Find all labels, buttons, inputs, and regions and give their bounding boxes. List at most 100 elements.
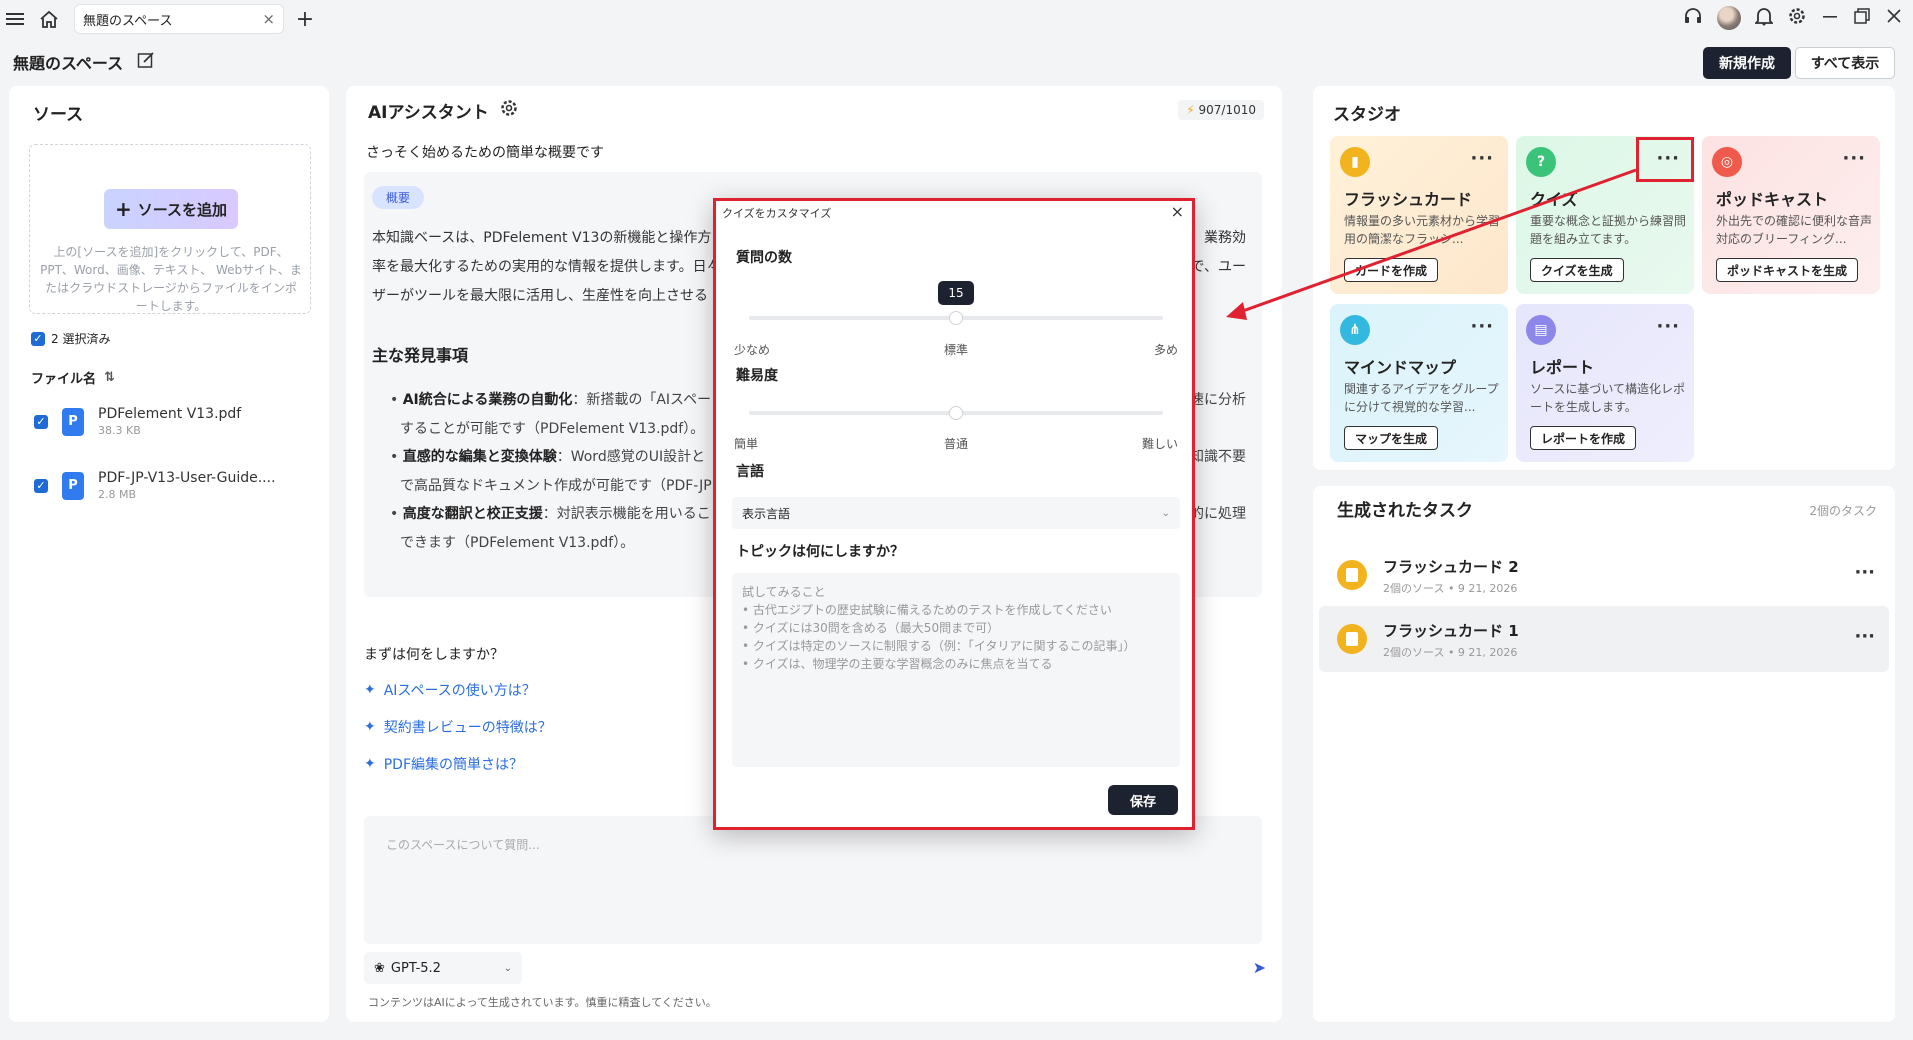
more-icon[interactable]: ··· <box>1854 562 1875 583</box>
headset-icon[interactable] <box>1683 6 1703 30</box>
mindmap-icon: ⋔ <box>1340 315 1370 345</box>
tab-space[interactable]: 無題のスペース × <box>74 4 284 34</box>
model-selector[interactable]: ❀ GPT-5.2 ⌄ <box>364 952 522 984</box>
home-icon[interactable] <box>36 6 62 32</box>
quiz-icon: ? <box>1526 147 1556 177</box>
task-row[interactable]: フラッシュカード 1 2個のソース • 9 21, 2026 ··· <box>1319 606 1889 672</box>
finding-text: ：新搭載の「AIスペー <box>572 392 712 408</box>
difficulty-label: 難易度 <box>736 368 778 384</box>
report-icon: ▤ <box>1526 315 1556 345</box>
more-icon[interactable]: ··· <box>1656 316 1680 337</box>
restore-icon[interactable] <box>1853 7 1871 29</box>
task-title: フラッシュカード 2 <box>1383 558 1519 576</box>
suggestion-link[interactable]: ✦ AIスペースの使い方は？ <box>364 680 536 700</box>
slider-tooltip: 15 <box>938 281 974 305</box>
new-tab-icon[interactable]: + <box>292 6 318 32</box>
flashcard-icon: ▮ <box>1340 147 1370 177</box>
language-select[interactable]: 表示言語 ⌄ <box>732 497 1180 529</box>
difficulty-slider[interactable] <box>749 406 1163 420</box>
add-source-button[interactable]: + ソースを追加 <box>104 189 238 229</box>
file-name: PDF-JP-V13-User-Guide.... <box>98 470 276 486</box>
finding-title: 直感的な編集と変換体験 <box>402 449 557 465</box>
page-title: 無題のスペース <box>13 54 124 73</box>
more-icon[interactable]: ··· <box>1854 626 1875 647</box>
generate-podcast-button[interactable]: ポッドキャストを生成 <box>1716 258 1859 282</box>
create-report-button[interactable]: レポートを作成 <box>1530 426 1637 450</box>
sources-panel: ソース + ソースを追加 上の[ソースを追加]をクリックして、PDF、PPT、W… <box>9 86 329 1022</box>
suggestion-text: AIスペースの使い方は？ <box>383 683 536 699</box>
more-icon[interactable]: ··· <box>1842 148 1866 169</box>
studio-card-report[interactable]: ▤ ··· レポート ソースに基づいて構造化レポートを生成します。 レポートを作… <box>1516 304 1694 462</box>
studio-card-mindmap[interactable]: ⋔ ··· マインドマップ 関連するアイデアをグループに分けて視覚的な学習...… <box>1330 304 1508 462</box>
pdf-file-icon: P <box>62 471 84 500</box>
card-desc: 関連するアイデアをグループに分けて視覚的な学習... <box>1344 382 1499 414</box>
suggestion-link[interactable]: ✦ PDF編集の簡単さは？ <box>364 754 523 774</box>
sources-title: ソース <box>33 105 84 125</box>
language-value: 表示言語 <box>742 506 791 521</box>
file-size: 38.3 KB <box>98 424 141 437</box>
dropzone[interactable]: + ソースを追加 上の[ソースを追加]をクリックして、PDF、PPT、Word、… <box>29 144 311 314</box>
close-window-icon[interactable] <box>1885 7 1903 29</box>
assistant-title: AIアシスタント <box>368 103 489 123</box>
checkbox-icon[interactable]: ✓ <box>34 414 48 429</box>
slider-handle[interactable] <box>949 406 963 420</box>
summary-badge: 概要 <box>372 186 425 209</box>
intro-text: さっそく始めるための簡単な概要です <box>366 145 604 161</box>
chat-input[interactable]: このスペースについて質問... <box>364 816 1262 944</box>
assistant-title-row: AIアシスタント <box>368 98 519 123</box>
file-row[interactable]: ✓ P PDFelement V13.pdf 38.3 KB <box>34 406 241 437</box>
topic-textarea[interactable]: 試してみること • 古代エジプトの歴史試験に備えるためのテストを作成してください… <box>732 573 1180 767</box>
chat-placeholder: このスペースについて質問... <box>386 838 540 852</box>
edit-icon[interactable] <box>137 51 155 73</box>
studio-card-podcast[interactable]: ◎ ··· ポッドキャスト 外出先での確認に便利な音声対応のブリーフィング...… <box>1702 136 1880 294</box>
checkbox-icon[interactable]: ✓ <box>31 331 45 346</box>
question-count-slider[interactable] <box>749 311 1163 325</box>
bell-icon[interactable] <box>1753 6 1775 30</box>
task-row[interactable]: フラッシュカード 2 2個のソース • 9 21, 2026 ··· <box>1319 542 1889 608</box>
create-card-button[interactable]: カードを作成 <box>1344 258 1439 282</box>
close-icon[interactable]: × <box>1171 202 1184 221</box>
topic-placeholder-line: • クイズには30問を含める（最大50問まで可） <box>742 621 1000 635</box>
settings-gear-icon[interactable] <box>499 98 519 123</box>
suggestion-text: PDF編集の簡単さは？ <box>383 757 524 773</box>
space-title-row: 無題のスペース <box>13 50 155 74</box>
close-icon[interactable]: × <box>262 10 275 28</box>
dropzone-hint: 上の[ソースを追加]をクリックして、PDF、PPT、Word、画像、テキスト、 … <box>40 245 302 313</box>
slider-mid: 普通 <box>944 437 969 451</box>
save-button[interactable]: 保存 <box>1108 785 1178 815</box>
model-name: GPT-5.2 <box>390 960 441 976</box>
send-icon[interactable]: ➤ <box>1253 958 1266 977</box>
slider-handle[interactable] <box>949 311 963 325</box>
slider-high: 多め <box>1153 343 1178 357</box>
generate-quiz-button[interactable]: クイズを生成 <box>1530 258 1624 282</box>
file-row[interactable]: ✓ P PDF-JP-V13-User-Guide.... 2.8 MB <box>34 470 276 501</box>
sparkle-icon: ✦ <box>364 756 376 772</box>
disclaimer: コンテンツはAIによって生成されています。慎重に精査してください。 <box>368 996 717 1009</box>
suggestion-link[interactable]: ✦ 契約書レビューの特徴は？ <box>364 717 552 737</box>
card-title: マインドマップ <box>1344 358 1457 377</box>
checkbox-icon[interactable]: ✓ <box>34 478 48 493</box>
findings-heading: 主な発見事項 <box>372 346 469 365</box>
card-desc: 重要な概念と証拠から練習問題を組み立てます。 <box>1530 214 1687 246</box>
sort-icon[interactable]: ⇅ <box>104 370 115 385</box>
more-icon[interactable]: ··· <box>1470 148 1494 169</box>
file-name-header[interactable]: ファイル名 ⇅ <box>31 368 115 387</box>
tasks-title: 生成されたタスク <box>1337 501 1473 521</box>
menu-icon[interactable] <box>2 6 28 32</box>
topic-placeholder-line: • クイズは、物理学の主要な学習概念のみに焦点を当てる <box>742 657 1053 671</box>
file-size: 2.8 MB <box>98 488 137 501</box>
avatar[interactable] <box>1717 6 1741 30</box>
generate-map-button[interactable]: マップを生成 <box>1344 426 1439 450</box>
show-all-button[interactable]: すべて表示 <box>1795 47 1895 79</box>
slider-low: 簡単 <box>734 437 759 451</box>
studio-card-flashcard[interactable]: ▮ ··· フラッシュカード 情報量の多い元素材から学習用の簡潔なフラッシ...… <box>1330 136 1508 294</box>
selected-count: 2 選択済み <box>51 332 111 346</box>
more-icon[interactable]: ··· <box>1470 316 1494 337</box>
minimize-icon[interactable] <box>1821 7 1839 29</box>
new-button[interactable]: 新規作成 <box>1703 47 1791 79</box>
select-all-row[interactable]: ✓ 2 選択済み <box>31 330 110 347</box>
finding-title: AI統合による業務の自動化 <box>402 392 573 408</box>
studio-panel: スタジオ ▮ ··· フラッシュカード 情報量の多い元素材から学習用の簡潔なフラ… <box>1313 86 1895 470</box>
gear-icon[interactable] <box>1787 6 1807 30</box>
credits-value: 907/1010 <box>1198 103 1257 117</box>
